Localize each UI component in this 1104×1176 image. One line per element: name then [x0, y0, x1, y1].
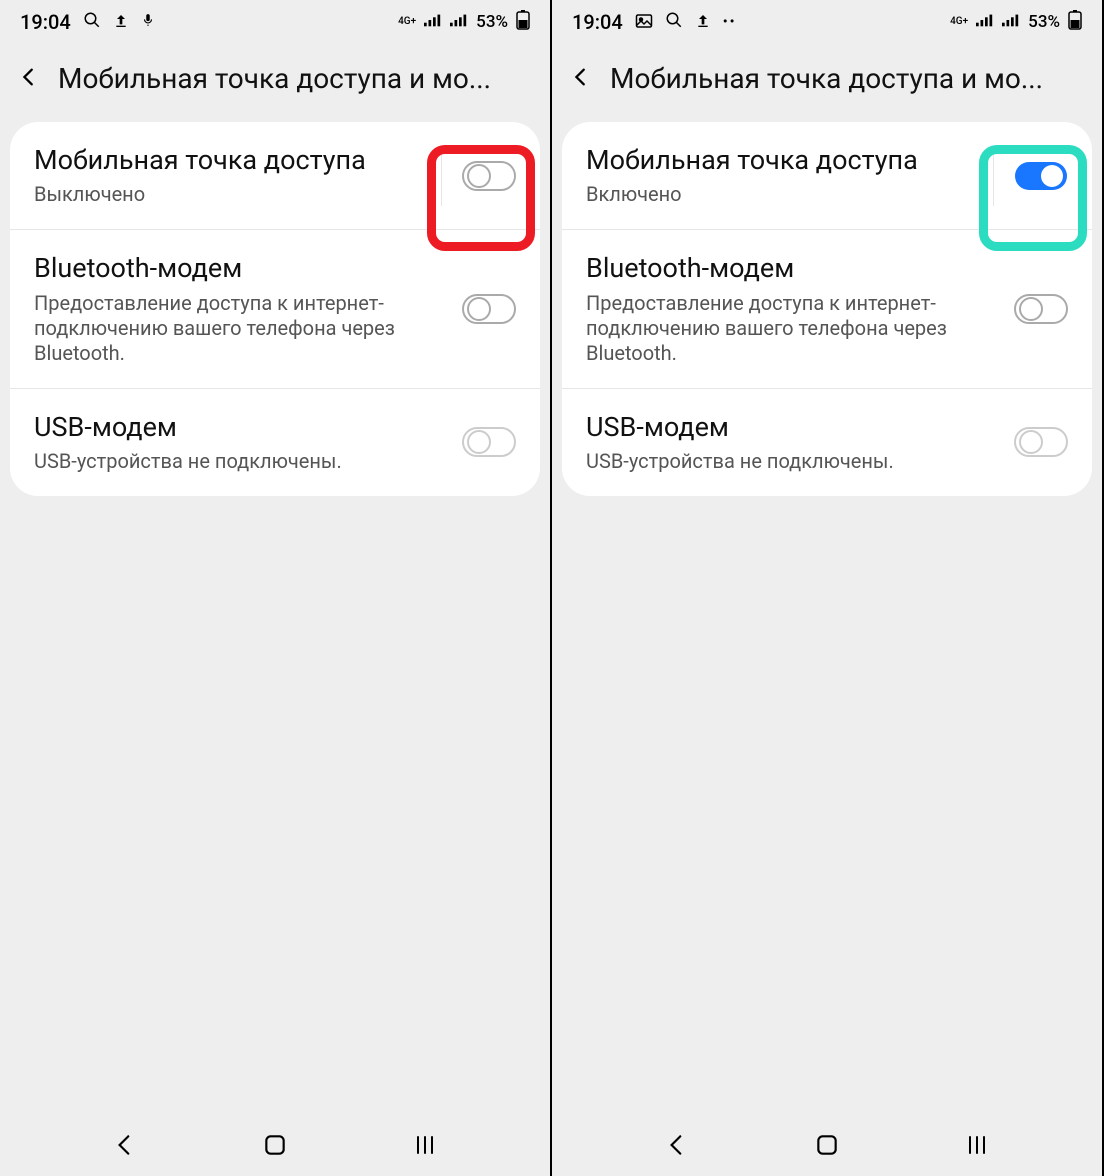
nav-back-icon[interactable] — [112, 1132, 138, 1162]
row-subtitle: Предоставление доступа к интернет-подклю… — [34, 291, 450, 366]
back-icon[interactable] — [18, 61, 40, 96]
status-time: 19:04 — [20, 10, 71, 34]
toggle-mobile-hotspot[interactable] — [462, 161, 516, 191]
page-title: Мобильная точка доступа и мо... — [610, 62, 1084, 95]
row-usb-modem[interactable]: USB-модем USB-устройства не подключены. — [562, 388, 1092, 496]
row-title: USB-модем — [586, 411, 1002, 443]
app-bar: Мобильная точка доступа и мо... — [0, 44, 550, 112]
phone-screen-right: 19:04 •• 4G+ 53% — [552, 0, 1104, 1176]
settings-card: Мобильная точка доступа Выключено Blueto… — [10, 122, 540, 496]
page-title: Мобильная точка доступа и мо... — [58, 62, 532, 95]
row-title: Мобильная точка доступа — [34, 144, 429, 176]
signal-icon-2 — [1002, 12, 1020, 32]
search-icon — [83, 10, 101, 34]
phone-screen-left: 19:04 4G+ 53% — [0, 0, 552, 1176]
voice-icon — [141, 10, 155, 34]
network-type-icon: 4G+ — [950, 17, 968, 27]
row-title: Bluetooth-модем — [34, 252, 450, 284]
status-bar: 19:04 •• 4G+ 53% — [552, 0, 1102, 44]
battery-icon — [1068, 10, 1082, 35]
app-bar: Мобильная точка доступа и мо... — [552, 44, 1102, 112]
toggle-bluetooth-modem[interactable] — [462, 294, 516, 324]
battery-percent: 53% — [476, 12, 508, 32]
row-bluetooth-modem[interactable]: Bluetooth-модем Предоставление доступа к… — [562, 229, 1092, 387]
status-time: 19:04 — [572, 10, 623, 34]
nav-recents-icon[interactable] — [412, 1135, 438, 1159]
row-title: USB-модем — [34, 411, 450, 443]
toggle-mobile-hotspot[interactable] — [1014, 161, 1068, 191]
status-bar: 19:04 4G+ 53% — [0, 0, 550, 44]
nav-home-icon[interactable] — [262, 1132, 288, 1162]
row-subtitle: Выключено — [34, 182, 429, 207]
toggle-usb-modem[interactable] — [1014, 427, 1068, 457]
row-title: Мобильная точка доступа — [586, 144, 981, 176]
signal-icon-2 — [450, 12, 468, 32]
nav-bar — [552, 1118, 1102, 1176]
signal-icon — [424, 12, 442, 32]
row-subtitle: USB-устройства не подключены. — [34, 449, 450, 474]
toggle-bluetooth-modem[interactable] — [1014, 294, 1068, 324]
row-subtitle: Включено — [586, 182, 981, 207]
row-subtitle: USB-устройства не подключены. — [586, 449, 1002, 474]
battery-icon — [516, 10, 530, 35]
signal-icon — [976, 12, 994, 32]
row-mobile-hotspot[interactable]: Мобильная точка доступа Включено — [562, 122, 1092, 229]
battery-percent: 53% — [1028, 12, 1060, 32]
more-icon: •• — [723, 14, 737, 30]
nav-bar — [0, 1118, 550, 1176]
upload-icon — [113, 10, 129, 34]
row-usb-modem[interactable]: USB-модем USB-устройства не подключены. — [10, 388, 540, 496]
nav-recents-icon[interactable] — [964, 1135, 990, 1159]
upload-icon — [695, 10, 711, 34]
search-icon — [665, 10, 683, 34]
row-subtitle: Предоставление доступа к интернет-подклю… — [586, 291, 1002, 366]
nav-home-icon[interactable] — [814, 1132, 840, 1162]
toggle-usb-modem[interactable] — [462, 427, 516, 457]
network-type-icon: 4G+ — [398, 17, 416, 27]
settings-card: Мобильная точка доступа Включено Bluetoo… — [562, 122, 1092, 496]
row-title: Bluetooth-модем — [586, 252, 1002, 284]
row-bluetooth-modem[interactable]: Bluetooth-модем Предоставление доступа к… — [10, 229, 540, 387]
image-icon — [635, 10, 653, 34]
back-icon[interactable] — [570, 61, 592, 96]
nav-back-icon[interactable] — [664, 1132, 690, 1162]
row-mobile-hotspot[interactable]: Мобильная точка доступа Выключено — [10, 122, 540, 229]
